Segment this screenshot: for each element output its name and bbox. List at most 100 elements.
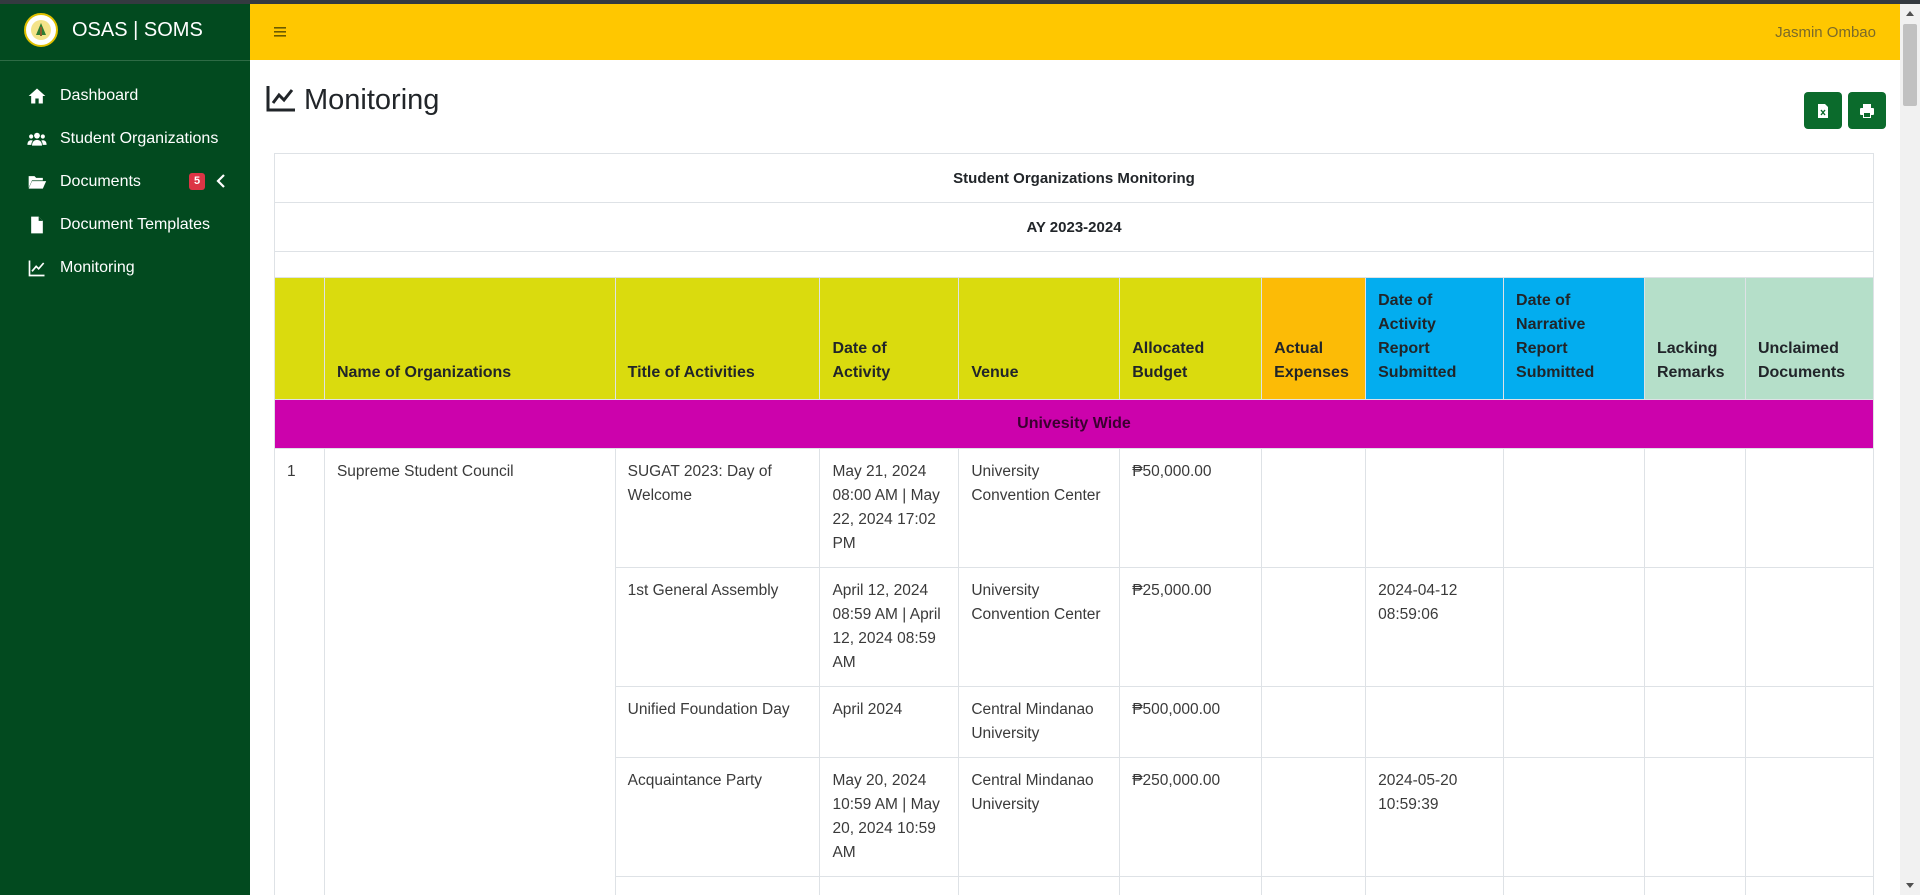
report-title: Student Organizations Monitoring <box>274 153 1874 203</box>
org-number: 1 <box>274 448 325 895</box>
line-chart-icon <box>26 257 48 279</box>
narrative-report-date <box>1503 876 1645 895</box>
scroll-down-arrow-icon[interactable] <box>1900 877 1920 895</box>
activity-title: SUGAT 2023: Day of Welcome <box>614 448 821 568</box>
allocated-budget <box>1119 876 1263 895</box>
lacking-remarks <box>1643 448 1746 568</box>
narrative-report-date <box>1503 448 1645 568</box>
activity-venue: University Convention Center <box>958 567 1121 687</box>
printer-icon <box>1860 103 1874 118</box>
activity-title: Unified Foundation Day <box>614 686 821 758</box>
sidebar-item-monitoring[interactable]: Monitoring <box>0 246 250 289</box>
allocated-budget: ₱25,000.00 <box>1119 567 1263 687</box>
sidebar: OSAS | SOMS Dashboard Student Organizati… <box>0 0 250 895</box>
brand[interactable]: OSAS | SOMS <box>0 0 250 61</box>
activity-title: 1st General Assembly <box>614 567 821 687</box>
sidebar-item-label: Monitoring <box>60 258 135 276</box>
activity-venue <box>958 876 1121 895</box>
activity-date <box>819 876 960 895</box>
top-header: Jasmin Ombao <box>250 4 1900 60</box>
main-content: Monitoring Student Organizations Monitor… <box>250 60 1900 895</box>
sidebar-item-label: Student Organizations <box>60 129 219 147</box>
sidebar-item-label: Dashboard <box>60 86 139 104</box>
activity-date: May 21, 2024 08:00 AM | May 22, 2024 17:… <box>819 448 960 568</box>
activity-date: April 12, 2024 08:59 AM | April 12, 2024… <box>819 567 960 687</box>
allocated-budget: ₱250,000.00 <box>1119 757 1263 877</box>
col-activity-report-date: Date of Activity Report Submitted <box>1365 277 1505 400</box>
activity-date: May 20, 2024 10:59 AM | May 20, 2024 10:… <box>819 757 960 877</box>
page-scrollbar[interactable] <box>1900 4 1920 895</box>
activity-report-date <box>1365 876 1505 895</box>
brand-logo-icon <box>24 13 58 47</box>
actual-expenses <box>1261 448 1367 568</box>
lacking-remarks <box>1643 876 1746 895</box>
narrative-report-date <box>1503 757 1645 877</box>
scroll-up-arrow-icon[interactable] <box>1900 4 1920 22</box>
unclaimed-documents <box>1744 686 1875 758</box>
sidebar-item-student-organizations[interactable]: Student Organizations <box>0 117 250 160</box>
table-row: 1 Supreme Student Council SUGAT 2023: Da… <box>274 448 1875 895</box>
spacer-row <box>274 251 1874 278</box>
activity-venue: University Convention Center <box>958 448 1121 568</box>
activity-report-date <box>1365 448 1505 568</box>
sidebar-nav: Dashboard Student Organizations Document… <box>0 61 250 289</box>
print-button[interactable] <box>1848 92 1886 129</box>
col-unclaimed-documents: Unclaimed Documents <box>1744 277 1875 400</box>
col-activity-date: Date of Activity <box>819 277 960 400</box>
file-icon <box>26 214 48 236</box>
academic-year: AY 2023-2024 <box>274 202 1874 252</box>
actual-expenses <box>1261 686 1367 758</box>
line-chart-icon <box>266 84 296 117</box>
actual-expenses <box>1261 757 1367 877</box>
narrative-report-date <box>1503 686 1645 758</box>
section-header: Univesity Wide <box>274 399 1874 449</box>
user-name-link[interactable]: Jasmin Ombao <box>1775 24 1876 41</box>
sidebar-item-dashboard[interactable]: Dashboard <box>0 74 250 117</box>
sidebar-item-label: Documents <box>60 172 141 190</box>
col-number <box>274 277 325 400</box>
home-icon <box>26 85 48 107</box>
chevron-left-icon[interactable] <box>214 173 228 189</box>
activity-title: Acquaintance Party <box>614 757 821 877</box>
col-organization: Name of Organizations <box>323 277 616 400</box>
allocated-budget: ₱50,000.00 <box>1119 448 1263 568</box>
export-excel-button[interactable] <box>1804 92 1842 129</box>
activity-report-date: 2024-04-12 08:59:06 <box>1365 567 1505 687</box>
col-allocated-budget: Allocated Budget <box>1119 277 1263 400</box>
unclaimed-documents <box>1744 567 1875 687</box>
users-icon <box>26 128 48 150</box>
lacking-remarks <box>1643 567 1746 687</box>
unclaimed-documents <box>1744 876 1875 895</box>
brand-title: OSAS | SOMS <box>72 18 203 41</box>
sidebar-item-document-templates[interactable]: Document Templates <box>0 203 250 246</box>
activity-report-date: 2024-05-20 10:59:39 <box>1365 757 1505 877</box>
col-actual-expenses: Actual Expenses <box>1261 277 1367 400</box>
unclaimed-documents <box>1744 757 1875 877</box>
col-lacking-remarks: Lacking Remarks <box>1643 277 1746 400</box>
hamburger-menu-icon[interactable] <box>272 24 290 40</box>
activity-date: April 2024 <box>819 686 960 758</box>
page-heading: Monitoring <box>266 84 439 117</box>
org-name: Supreme Student Council <box>323 448 616 895</box>
folder-open-icon <box>26 171 48 193</box>
excel-file-icon <box>1818 103 1828 118</box>
actual-expenses <box>1261 876 1367 895</box>
col-venue: Venue <box>958 277 1121 400</box>
activity-title <box>614 876 821 895</box>
col-activity-title: Title of Activities <box>614 277 821 400</box>
lacking-remarks <box>1643 686 1746 758</box>
window-top-border <box>0 0 1920 4</box>
unclaimed-documents <box>1744 448 1875 568</box>
page-title: Monitoring <box>304 84 440 116</box>
col-narrative-report-date: Date of Narrative Report Submitted <box>1503 277 1645 400</box>
allocated-budget: ₱500,000.00 <box>1119 686 1263 758</box>
monitoring-table: Student Organizations Monitoring AY 2023… <box>274 153 1875 895</box>
export-actions <box>1804 92 1886 129</box>
activity-report-date <box>1365 686 1505 758</box>
actual-expenses <box>1261 567 1367 687</box>
table-header-row: Name of Organizations Title of Activitie… <box>274 277 1875 400</box>
activity-venue: Central Mindanao University <box>958 757 1121 877</box>
sidebar-item-label: Document Templates <box>60 215 210 233</box>
scrollbar-thumb[interactable] <box>1903 24 1917 106</box>
sidebar-item-documents[interactable]: Documents 5 <box>0 160 250 203</box>
